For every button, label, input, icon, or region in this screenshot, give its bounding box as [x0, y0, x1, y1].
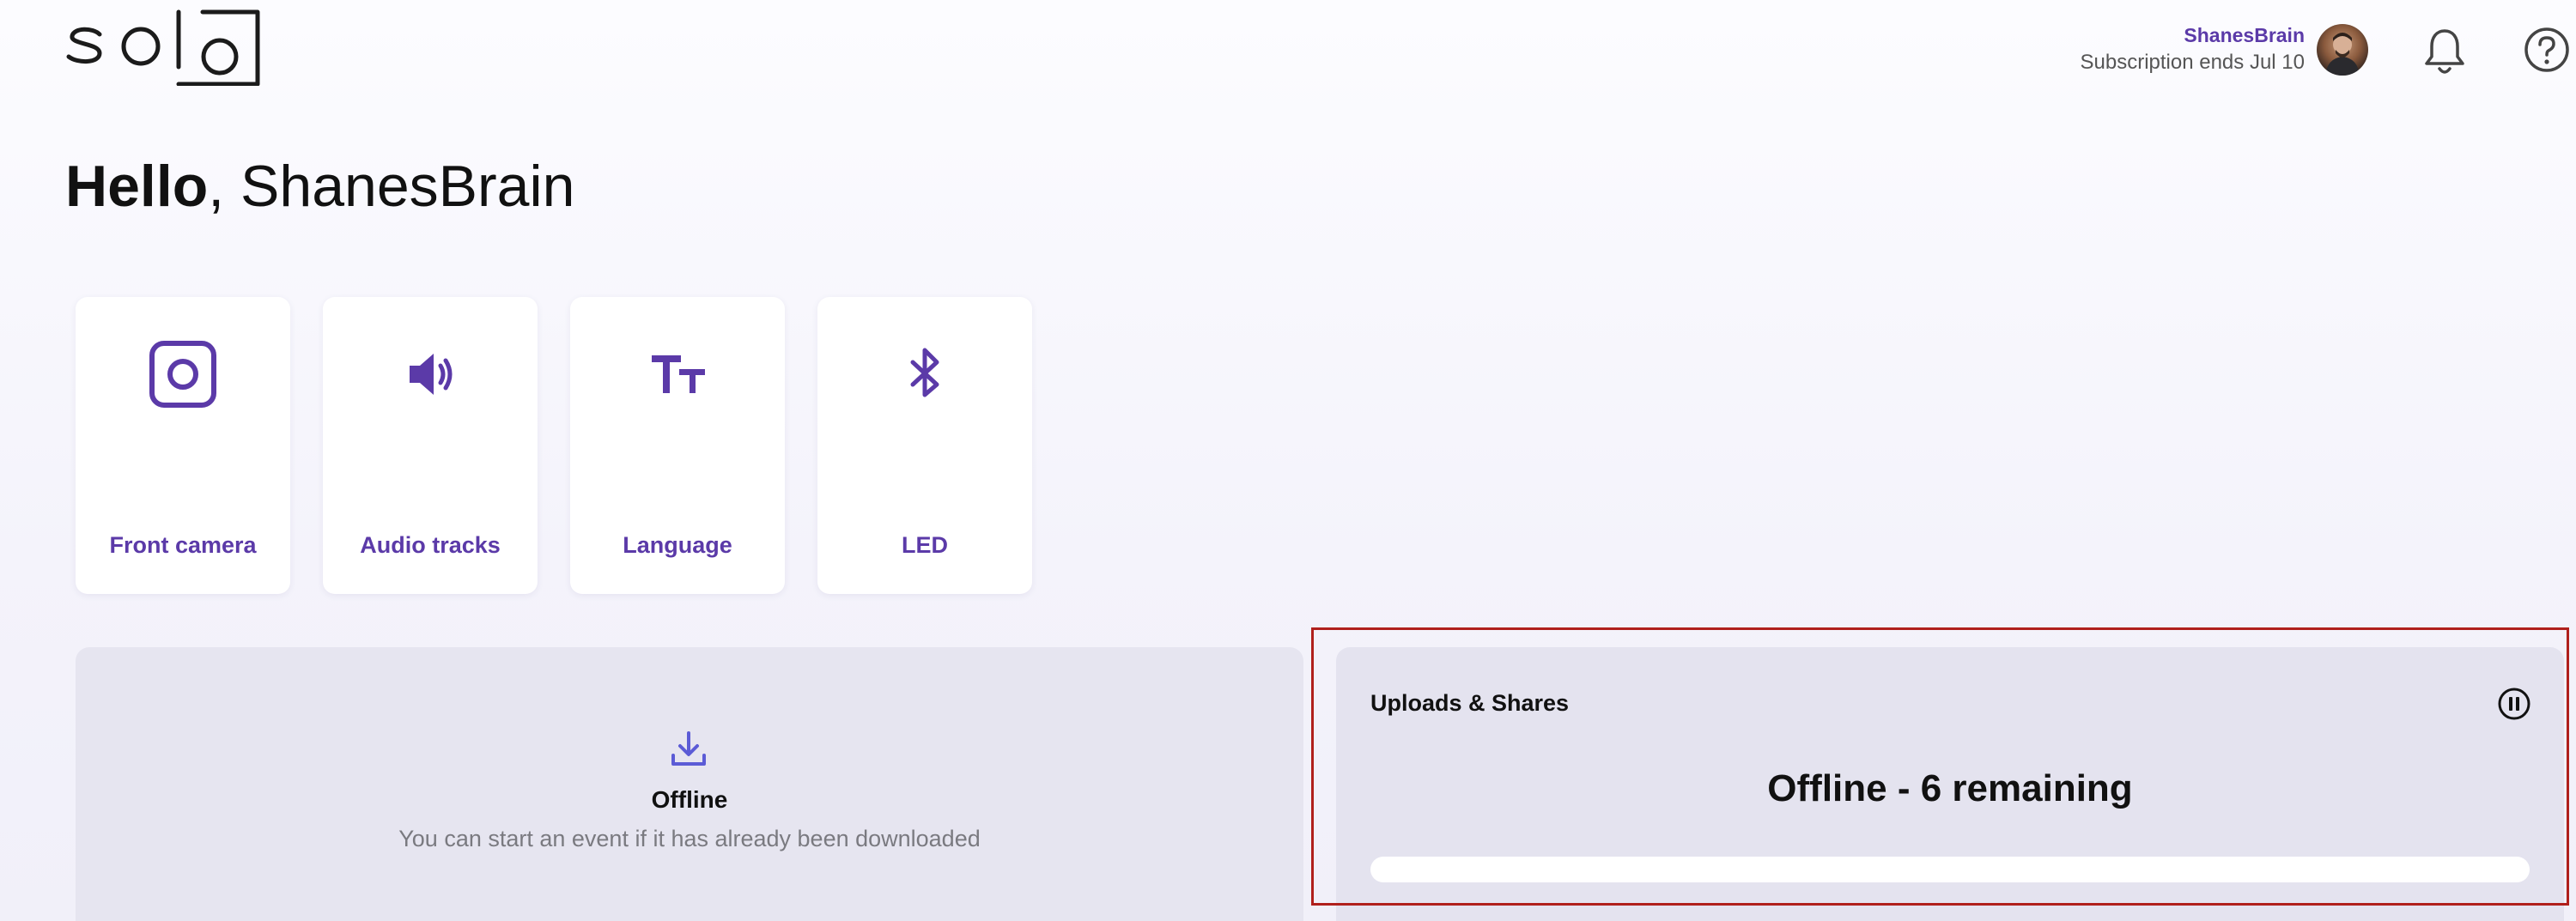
- help-icon[interactable]: [2523, 26, 2571, 74]
- tile-led[interactable]: LED: [817, 297, 1032, 594]
- greeting-hello: Hello: [65, 154, 209, 219]
- highlight-box: [1311, 627, 2569, 906]
- tile-audio-tracks[interactable]: Audio tracks: [323, 297, 538, 594]
- avatar-image: [2325, 33, 2360, 76]
- subscription-status: Subscription ends Jul 10: [2080, 51, 2306, 74]
- offline-subtitle: You can start an event if it has already…: [398, 826, 981, 851]
- tile-language[interactable]: Language: [570, 297, 785, 594]
- text-size-icon: [652, 355, 705, 393]
- tile-label: Language: [623, 532, 732, 558]
- solo-logo[interactable]: [65, 9, 263, 86]
- speaker-icon: [410, 354, 453, 395]
- tile-label: LED: [902, 532, 948, 558]
- tile-label: Front camera: [109, 532, 257, 558]
- camera-icon: [149, 341, 216, 408]
- user-name: ShanesBrain: [2184, 24, 2305, 46]
- tile-front-camera[interactable]: Front camera: [76, 297, 290, 594]
- tile-label: Audio tracks: [360, 532, 501, 558]
- avatar[interactable]: [2317, 24, 2368, 76]
- app-page: ShanesBrain Subscription ends Jul 10 Hel…: [0, 0, 2576, 921]
- bluetooth-icon: [910, 348, 939, 397]
- offline-events-panel: Offline You can start an event if it has…: [76, 647, 1303, 921]
- user-info[interactable]: ShanesBrain Subscription ends Jul 10: [2081, 22, 2306, 77]
- offline-title: Offline: [651, 786, 728, 813]
- bell-icon[interactable]: [2421, 26, 2468, 77]
- greeting-comma: ,: [208, 154, 225, 219]
- download-icon: [671, 731, 706, 766]
- greeting-name: ShanesBrain: [224, 154, 575, 219]
- greeting: Hello, ShanesBrain: [65, 148, 574, 225]
